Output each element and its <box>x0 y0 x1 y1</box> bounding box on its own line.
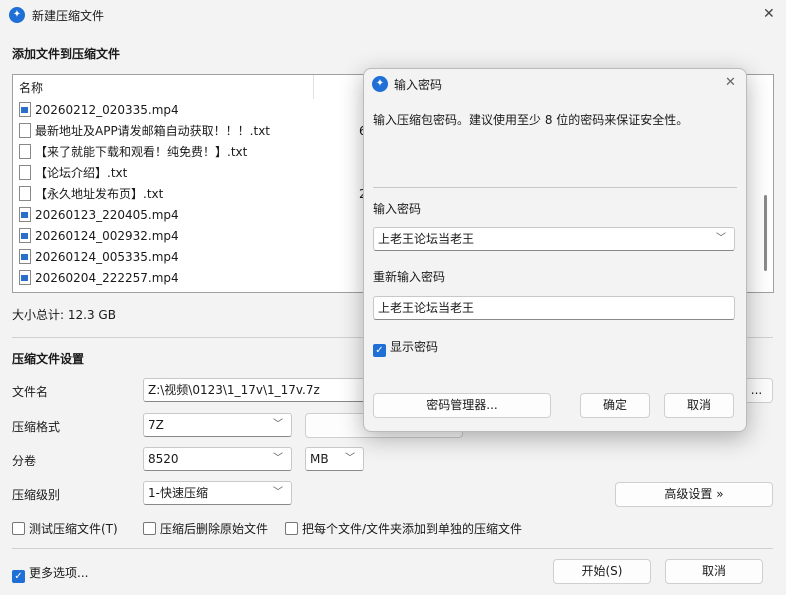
file-name: 20260212_020335.mp4 <box>35 103 179 117</box>
check-icon: ✓ <box>12 570 25 583</box>
format-select[interactable]: 7Z ﹀ <box>143 413 292 437</box>
text-file-icon <box>19 123 31 138</box>
file-name: 20260204_222257.mp4 <box>35 271 179 285</box>
text-file-icon <box>19 165 31 180</box>
close-icon[interactable]: ✕ <box>763 6 775 22</box>
video-file-icon <box>19 249 31 264</box>
chevron-down-icon: ﹀ <box>716 233 726 244</box>
show-password-label: 显示密码 <box>390 340 439 354</box>
file-name: 【来了就能下载和观看！纯免费！】.txt <box>35 145 248 159</box>
dialog-cancel-button[interactable]: 取消 <box>664 393 734 418</box>
video-file-icon <box>19 207 31 222</box>
column-divider <box>313 75 314 99</box>
level-label: 压缩级别 <box>12 488 61 502</box>
settings-section-title: 压缩文件设置 <box>12 352 85 366</box>
text-file-icon <box>19 186 31 201</box>
file-name: 20260123_220405.mp4 <box>35 208 179 222</box>
test-checkbox[interactable]: 测试压缩文件(T) <box>12 520 118 537</box>
password-combobox[interactable]: 上老王论坛当老王 ﹀ <box>373 227 735 251</box>
password-label: 输入密码 <box>373 202 422 216</box>
volume-unit-select[interactable]: MB ﹀ <box>305 447 364 471</box>
volume-select[interactable]: 8520 ﹀ <box>143 447 292 471</box>
dialog-title: 输入密码 <box>394 78 443 92</box>
filename-label: 文件名 <box>12 385 49 399</box>
file-name: 【永久地址发布页】.txt <box>35 187 164 201</box>
delete-label: 压缩后删除原始文件 <box>160 522 269 536</box>
cancel-button[interactable]: 取消 <box>665 559 763 584</box>
check-icon: ✓ <box>373 344 386 357</box>
dialog-close-icon[interactable]: ✕ <box>725 75 736 90</box>
volume-label: 分卷 <box>12 454 37 468</box>
video-file-icon <box>19 102 31 117</box>
format-label: 压缩格式 <box>12 420 61 434</box>
password-value: 上老王论坛当老王 <box>378 232 475 246</box>
ok-button[interactable]: 确定 <box>580 393 650 418</box>
level-select[interactable]: 1-快速压缩 ﹀ <box>143 481 292 505</box>
password-manager-button[interactable]: 密码管理器... <box>373 393 551 418</box>
checkbox-icon <box>12 522 25 535</box>
format-value: 7Z <box>148 418 164 432</box>
more-label: 更多选项... <box>29 566 89 580</box>
password-dialog: ✦ 输入密码 ✕ 输入压缩包密码。建议使用至少 8 位的密码来保证安全性。 输入… <box>363 68 747 432</box>
more-options-checkbox[interactable]: ✓ 更多选项... <box>12 564 88 583</box>
file-name: 20260124_002932.mp4 <box>35 229 179 243</box>
file-name: 【论坛介绍】.txt <box>35 166 128 180</box>
delete-checkbox[interactable]: 压缩后删除原始文件 <box>143 520 268 537</box>
divider <box>373 187 737 188</box>
dialog-logo-icon: ✦ <box>372 76 388 92</box>
video-file-icon <box>19 228 31 243</box>
file-name: 最新地址及APP请发邮箱自动获取！！！.txt <box>35 124 271 138</box>
test-label: 测试压缩文件(T) <box>29 522 118 536</box>
column-header-name[interactable]: 名称 <box>19 79 43 96</box>
files-section-title: 添加文件到压缩文件 <box>12 47 121 61</box>
app-logo-icon: ✦ <box>9 7 25 23</box>
checkbox-icon <box>143 522 156 535</box>
each-checkbox[interactable]: 把每个文件/文件夹添加到单独的压缩文件 <box>285 520 522 537</box>
start-button[interactable]: 开始(S) <box>553 559 651 584</box>
video-file-icon <box>19 270 31 285</box>
volume-unit-value: MB <box>310 452 329 466</box>
chevron-down-icon: ﹀ <box>273 487 283 498</box>
divider <box>12 548 773 549</box>
chevron-down-icon: ﹀ <box>273 453 283 464</box>
window-title: 新建压缩文件 <box>32 9 105 23</box>
chevron-down-icon: ﹀ <box>273 419 283 430</box>
volume-value: 8520 <box>148 452 179 466</box>
checkbox-icon <box>285 522 298 535</box>
advanced-settings-button[interactable]: 高级设置 » <box>615 482 773 507</box>
dialog-hint: 输入压缩包密码。建议使用至少 8 位的密码来保证安全性。 <box>373 113 689 127</box>
level-value: 1-快速压缩 <box>148 486 208 500</box>
text-file-icon <box>19 144 31 159</box>
chevron-down-icon: ﹀ <box>345 453 355 464</box>
each-label: 把每个文件/文件夹添加到单独的压缩文件 <box>302 522 523 536</box>
show-password-checkbox[interactable]: ✓ 显示密码 <box>373 338 438 357</box>
scrollbar[interactable] <box>764 195 767 271</box>
total-size: 大小总计: 12.3 GB <box>12 308 116 322</box>
repeat-password-label: 重新输入密码 <box>373 270 446 284</box>
repeat-password-input[interactable]: 上老王论坛当老王 <box>373 296 735 320</box>
file-name: 20260124_005335.mp4 <box>35 250 179 264</box>
